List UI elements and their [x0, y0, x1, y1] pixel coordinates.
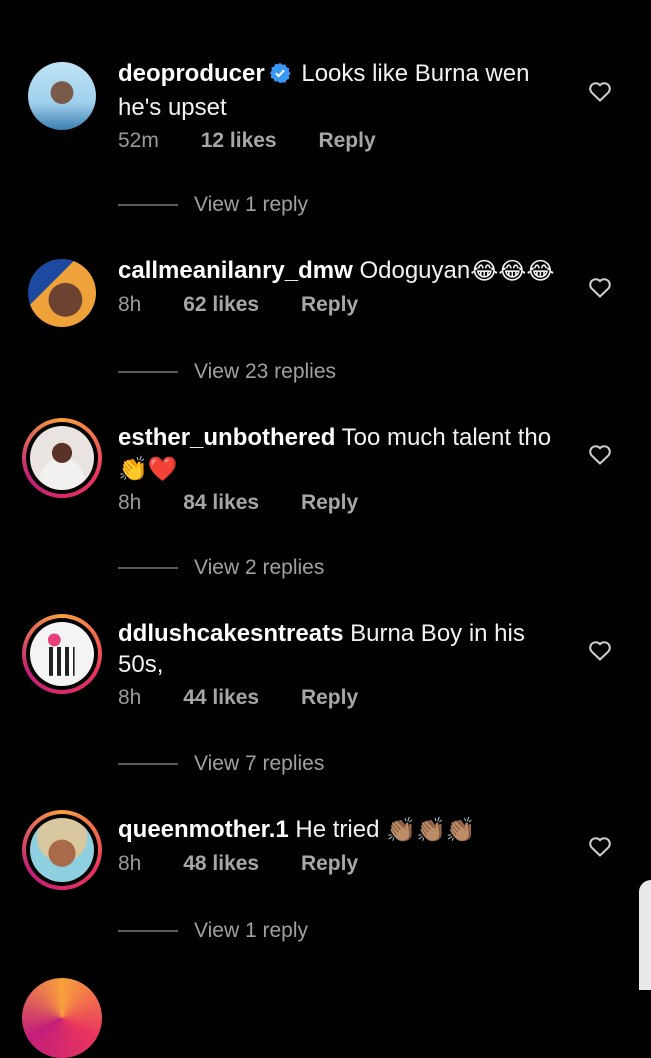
comment-likes[interactable]: 62 likes — [183, 293, 259, 316]
comment-body: Odoguyan — [359, 257, 471, 284]
laughing-emoji: 😂 — [526, 258, 555, 286]
heart-outline-icon[interactable] — [588, 835, 612, 857]
clap-emoji: 👏 — [118, 456, 148, 484]
reply-button[interactable]: Reply — [301, 852, 358, 875]
view-replies-button[interactable]: View 23 replies — [118, 360, 336, 384]
divider-line — [118, 763, 178, 766]
avatar[interactable] — [22, 253, 102, 333]
divider-line — [118, 567, 178, 570]
avatar[interactable] — [22, 614, 102, 694]
view-replies-button[interactable]: View 7 replies — [118, 752, 324, 776]
laughing-emoji: 😂 — [470, 258, 499, 286]
comment-text: callmeanilanry_dmw Odoguyan😂😂😂 — [118, 255, 568, 287]
avatar-image — [28, 62, 96, 130]
comment-time: 52m — [118, 129, 159, 152]
avatar-image — [28, 259, 96, 327]
scroll-indicator[interactable] — [639, 880, 651, 990]
comment-meta: 8h 62 likes Reply — [118, 293, 568, 317]
avatar[interactable] — [22, 810, 102, 890]
comment-text: ddlushcakesntreats Burna Boy in his 50s, — [118, 618, 568, 680]
avatar-image — [30, 818, 94, 882]
comment-time: 8h — [118, 686, 142, 709]
comment-likes[interactable]: 44 likes — [183, 686, 259, 709]
divider-line — [118, 930, 178, 933]
next-comment-avatar-ring — [22, 978, 102, 1058]
comment-body: He tried — [295, 816, 380, 843]
view-replies-button[interactable]: View 1 reply — [118, 193, 308, 217]
comment-username[interactable]: esther_unbothered — [118, 424, 335, 451]
clap-emoji: 👏🏽 — [416, 817, 446, 845]
divider-line — [118, 371, 178, 374]
heart-outline-icon[interactable] — [588, 80, 612, 102]
reply-button[interactable]: Reply — [301, 491, 358, 514]
heart-outline-icon[interactable] — [588, 276, 612, 298]
comment-likes[interactable]: 12 likes — [201, 129, 277, 152]
comment-username[interactable]: deoproducer — [118, 60, 265, 87]
clap-emoji: 👏🏽 — [445, 817, 476, 845]
comment-meta: 8h 84 likes Reply — [118, 491, 568, 515]
view-replies-label: View 23 replies — [194, 360, 337, 383]
heart-outline-icon[interactable] — [588, 443, 612, 465]
view-replies-label: View 1 reply — [194, 193, 309, 216]
comment-username[interactable]: queenmother.1 — [118, 816, 289, 843]
comment-username[interactable]: callmeanilanry_dmw — [118, 257, 353, 284]
comment-meta: 52m 12 likes Reply — [118, 129, 568, 153]
view-replies-button[interactable]: View 2 replies — [118, 556, 324, 580]
divider-line — [118, 204, 178, 207]
view-replies-label: View 1 reply — [194, 919, 309, 942]
clap-emoji: 👏🏽 — [386, 817, 416, 845]
view-replies-button[interactable]: View 1 reply — [118, 919, 308, 943]
reply-button[interactable]: Reply — [301, 293, 358, 316]
comment-text: esther_unbothered Too much talent tho 👏❤… — [118, 422, 568, 485]
comment-meta: 8h 44 likes Reply — [118, 686, 568, 710]
comment-text: queenmother.1 He tried 👏🏽👏🏽👏🏽 — [118, 814, 568, 846]
comment-time: 8h — [118, 293, 142, 317]
comment-text: deoproducer Looks like Burna wen he's up… — [118, 58, 568, 123]
avatar-image — [30, 426, 94, 490]
comment-time: 8h — [118, 852, 142, 876]
view-replies-label: View 2 replies — [194, 556, 325, 579]
comment-likes[interactable]: 48 likes — [183, 852, 259, 875]
laughing-emoji: 😂 — [498, 258, 527, 286]
comment-body: Too much talent tho — [341, 424, 552, 451]
red-heart-emoji: ❤️ — [147, 456, 178, 484]
heart-outline-icon[interactable] — [588, 639, 612, 661]
view-replies-label: View 7 replies — [194, 752, 325, 775]
avatar[interactable] — [22, 418, 102, 498]
comment-likes[interactable]: 84 likes — [183, 491, 259, 514]
comment-time: 8h — [118, 491, 142, 515]
comment-username[interactable]: ddlushcakesntreats — [118, 620, 343, 647]
reply-button[interactable]: Reply — [318, 129, 375, 152]
avatar[interactable] — [22, 56, 102, 136]
reply-button[interactable]: Reply — [301, 686, 358, 709]
comment-meta: 8h 48 likes Reply — [118, 852, 568, 876]
avatar-image — [30, 622, 94, 686]
verified-icon — [269, 61, 291, 92]
